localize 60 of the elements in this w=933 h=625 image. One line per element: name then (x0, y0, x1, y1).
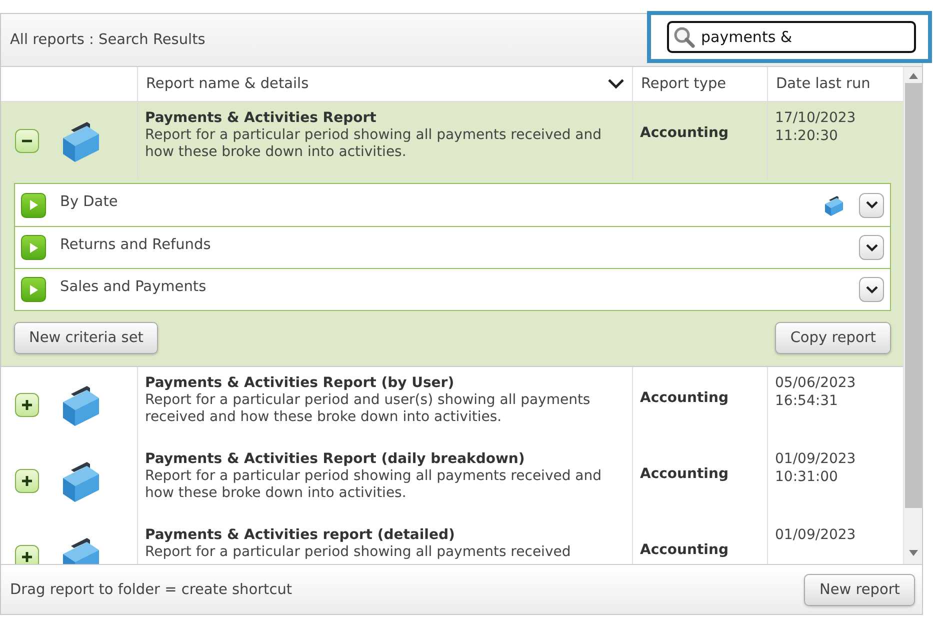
report-type: Accounting (640, 542, 730, 558)
plus-icon (20, 550, 34, 564)
chevron-down-icon (866, 244, 878, 252)
expand-button[interactable] (15, 393, 39, 417)
report-type: Accounting (640, 125, 730, 141)
footer-hint: Drag report to folder = create shortcut (10, 582, 292, 598)
plus-icon (20, 398, 34, 412)
report-description: Report for a particular period showing all payments received (145, 544, 572, 561)
run-button[interactable] (21, 277, 46, 302)
play-icon (28, 199, 38, 211)
criteria-set-label: By Date (60, 194, 119, 212)
search-icon (673, 26, 695, 48)
plus-icon (20, 474, 34, 488)
scroll-up-icon (908, 73, 918, 79)
collapse-button[interactable] (15, 128, 39, 152)
dropdown-button[interactable] (859, 192, 884, 218)
criteria-set-row[interactable]: Sales and Payments (15, 268, 890, 310)
search-field[interactable]: payments & (667, 21, 916, 53)
dropdown-button[interactable] (859, 277, 884, 302)
play-icon (28, 242, 38, 254)
chevron-down-icon (866, 201, 878, 209)
time-last-run: 11:20:30 (775, 127, 839, 145)
new-report-button[interactable]: New report (804, 574, 915, 606)
expand-button[interactable] (15, 545, 39, 564)
date-last-run: 01/09/2023 (775, 450, 857, 468)
time-last-run: 16:54:31 (775, 392, 839, 410)
toolbox-icon (822, 194, 845, 216)
report-title: Payments & Activities Report (145, 109, 378, 127)
report-row[interactable]: Payments & Activities Report Report for a particular period showing all payments received and how these broke down into activities. Accounting 17/10/2023 11:20:30 (1, 102, 903, 179)
dropdown-button[interactable] (859, 235, 884, 260)
play-icon (28, 284, 38, 296)
action-button[interactable]: New criteria set (14, 322, 158, 354)
criteria-set-label: Sales and Payments (60, 278, 208, 296)
time-last-run: 10:31:00 (775, 468, 839, 486)
date-last-run: 17/10/2023 (775, 109, 857, 127)
action-button[interactable]: Copy report (775, 322, 891, 354)
scrollbar-thumb[interactable] (904, 83, 922, 508)
criteria-set-label: Returns and Refunds (60, 236, 212, 254)
date-last-run: 05/06/2023 (775, 374, 857, 392)
date-last-run: 01/09/2023 (775, 526, 857, 544)
chevron-down-icon (608, 79, 624, 89)
breadcrumb: All reports : Search Results (10, 32, 206, 48)
column-header[interactable]: Report type (632, 67, 767, 101)
report-title: Payments & Activities Report (by User) (145, 374, 456, 392)
criteria-set-row[interactable]: By Date (15, 184, 890, 226)
report-type: Accounting (640, 466, 730, 482)
expand-button[interactable] (15, 469, 39, 493)
report-description: Report for a particular period and user(s) showing all payments received and how these broke down into activities. (145, 392, 592, 426)
criteria-set-row[interactable]: Returns and Refunds (15, 226, 890, 268)
run-button[interactable] (21, 235, 46, 260)
report-description: Report for a particular period showing all payments received and how these broke down into activities. (145, 127, 603, 161)
scrollbar[interactable] (903, 67, 922, 564)
report-type: Accounting (640, 390, 730, 406)
report-description: Report for a particular period showing all payments received and how these broke down into activities. (145, 468, 603, 502)
report-title: Payments & Activities Report (daily breakdown) (145, 450, 526, 468)
chevron-down-icon (866, 286, 878, 294)
run-button[interactable] (21, 192, 46, 218)
report-title: Payments & Activities report (detailed) (145, 526, 456, 544)
scroll-down-icon (908, 550, 918, 556)
column-header[interactable]: Report name & details (137, 67, 632, 101)
